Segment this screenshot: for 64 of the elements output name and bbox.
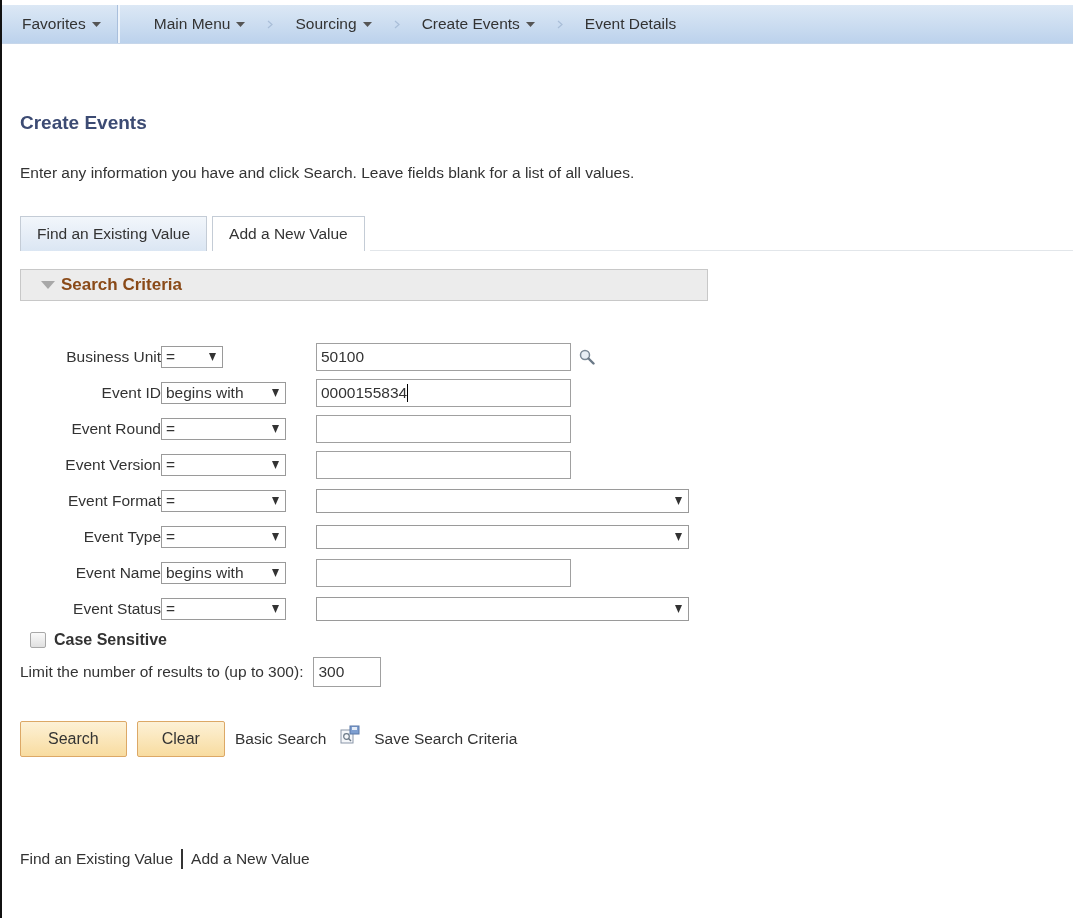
field-label: Event Name	[74, 563, 161, 582]
input-field[interactable]: 0000155834	[316, 378, 571, 407]
operator-select[interactable]: =	[161, 417, 286, 440]
caret-icon[interactable]	[525, 21, 535, 27]
field-label: Event Type	[82, 527, 161, 546]
operator-select[interactable]: =	[161, 597, 286, 620]
chevron-icon	[556, 19, 563, 29]
operator-select[interactable]: =	[161, 525, 286, 548]
section-header[interactable]: Search Criteria	[20, 269, 708, 301]
action-button[interactable]: Clear	[136, 721, 225, 757]
breadcrumb-link[interactable]: Event Details	[572, 15, 689, 33]
input-field[interactable]	[316, 414, 571, 443]
operator-select[interactable]: =	[161, 453, 286, 476]
dropdown-arrow-icon[interactable]	[209, 352, 216, 361]
field-label: Business Unit	[65, 347, 161, 366]
field-label: Event Format	[66, 491, 161, 510]
dropdown-arrow-icon[interactable]	[272, 604, 279, 613]
checkbox[interactable]	[30, 632, 46, 648]
save-criteria-icon[interactable]	[340, 725, 361, 745]
caret-icon[interactable]	[362, 21, 372, 27]
breadcrumb-link[interactable]: Sourcing	[283, 15, 384, 33]
dropdown-arrow-icon[interactable]	[675, 532, 682, 541]
dropdown-arrow-icon[interactable]	[272, 532, 279, 541]
operator-select[interactable]: =	[161, 489, 286, 512]
field-label: Event Status	[72, 599, 161, 618]
instructions: Enter any information you have and click Search. Leave fields blank for a list of all values.	[20, 164, 636, 182]
operator-select[interactable]: =	[161, 345, 223, 368]
dropdown-field[interactable]	[316, 488, 689, 513]
operator-select[interactable]: begins with	[161, 561, 286, 584]
search-icon[interactable]	[579, 348, 595, 365]
limit-field[interactable]: 300	[313, 657, 382, 687]
limit-label: Limit the number of results to (up to 300):	[20, 663, 304, 681]
dropdown-arrow-icon[interactable]	[272, 388, 279, 397]
dropdown-arrow-icon[interactable]	[272, 568, 279, 577]
input-field[interactable]: 50100	[316, 342, 571, 371]
checkbox-label: Case Sensitive	[54, 631, 167, 649]
input-field[interactable]	[316, 558, 571, 587]
breadcrumb-link[interactable]: Create Events	[409, 15, 547, 33]
caret-icon[interactable]	[236, 21, 246, 27]
dropdown-arrow-icon[interactable]	[675, 604, 682, 613]
tab[interactable]: Add a New Value	[212, 216, 365, 251]
basic-search-link[interactable]: Basic Search	[234, 730, 327, 748]
operator-select[interactable]: begins with	[161, 381, 286, 404]
tab[interactable]: Find an Existing Value	[20, 216, 208, 251]
breadcrumb-link[interactable]: Main Menu	[141, 15, 258, 33]
footer-link[interactable]: Find an Existing Value	[20, 850, 174, 868]
field-label: Event Version	[64, 455, 161, 474]
field-label: Event Round	[70, 419, 161, 438]
dropdown-field[interactable]	[316, 596, 689, 621]
dropdown-arrow-icon[interactable]	[272, 460, 279, 469]
dropdown-arrow-icon[interactable]	[272, 424, 279, 433]
footer-link[interactable]: Add a New Value	[191, 850, 310, 868]
chevron-icon	[393, 19, 400, 29]
dropdown-field[interactable]	[316, 524, 689, 549]
field-label: Event ID	[100, 383, 161, 402]
action-button[interactable]: Search	[20, 721, 127, 757]
input-field[interactable]	[316, 450, 571, 479]
dropdown-arrow-icon[interactable]	[272, 496, 279, 505]
dropdown-arrow-icon[interactable]	[675, 496, 682, 505]
save-criteria-link[interactable]: Save Search Criteria	[374, 730, 518, 748]
chevron-icon	[267, 19, 274, 29]
breadcrumb-link[interactable]: Favorites	[2, 15, 117, 33]
caret-icon[interactable]	[91, 21, 101, 27]
page-title: Create Events	[20, 112, 148, 134]
